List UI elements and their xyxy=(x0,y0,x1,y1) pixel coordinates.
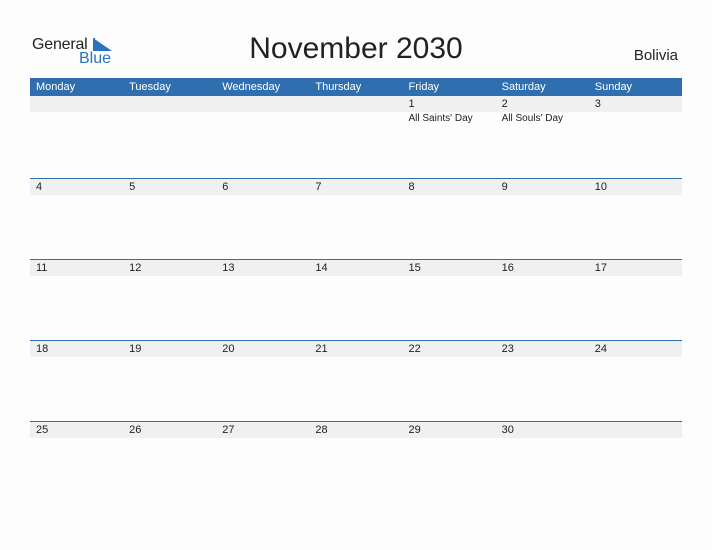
calendar-title: November 2030 xyxy=(249,32,463,65)
day-number: 24 xyxy=(594,343,607,355)
day-number: 1 xyxy=(408,98,415,110)
day-cell: 6 xyxy=(216,179,309,195)
weekday-monday: Monday xyxy=(36,81,76,93)
day-cell: 3 xyxy=(589,96,682,125)
day-cell: 13 xyxy=(216,260,309,276)
day-number: 20 xyxy=(222,343,235,355)
day-cell: 5 xyxy=(123,179,216,195)
day-cell xyxy=(589,422,682,438)
weekday-wednesday: Wednesday xyxy=(222,81,281,93)
day-cell xyxy=(30,96,123,125)
day-number: 14 xyxy=(315,262,328,274)
day-number: 27 xyxy=(222,424,235,436)
day-cell: 20 xyxy=(216,341,309,357)
day-cell: 24 xyxy=(589,341,682,357)
day-number: 23 xyxy=(501,343,514,355)
week-cells: 18 19 20 21 22 23 24 xyxy=(30,341,682,357)
week-cells: 25 26 27 28 29 30 xyxy=(30,422,682,438)
day-cell: 29 xyxy=(403,422,496,438)
day-number: 30 xyxy=(501,424,514,436)
week-row: 25 26 27 28 29 30 xyxy=(30,421,682,502)
calendar-grid: Monday Tuesday Wednesday Thursday Friday… xyxy=(30,78,682,502)
day-cell: 16 xyxy=(496,260,589,276)
weekday-sunday: Sunday xyxy=(594,81,633,93)
day-number: 9 xyxy=(501,181,508,193)
weekday-thursday: Thursday xyxy=(315,81,362,93)
day-cell: 1 All Saints' Day xyxy=(403,96,496,125)
day-cell: 28 xyxy=(309,422,402,438)
day-cell: 25 xyxy=(30,422,123,438)
day-number: 29 xyxy=(408,424,421,436)
day-number: 6 xyxy=(222,181,229,193)
day-number: 11 xyxy=(36,262,48,274)
day-number: 3 xyxy=(594,98,601,110)
day-cell: 27 xyxy=(216,422,309,438)
day-cell: 14 xyxy=(309,260,402,276)
day-cell: 7 xyxy=(309,179,402,195)
day-number: 16 xyxy=(501,262,514,274)
week-cells: 11 12 13 14 15 16 17 xyxy=(30,260,682,276)
weekday-friday: Friday xyxy=(408,81,440,93)
day-number: 21 xyxy=(315,343,328,355)
day-number: 26 xyxy=(129,424,142,436)
day-number: 12 xyxy=(129,262,142,274)
week-cells: 1 All Saints' Day 2 All Souls' Day 3 xyxy=(30,96,682,125)
day-cell: 12 xyxy=(123,260,216,276)
day-cell: 2 All Souls' Day xyxy=(496,96,589,125)
week-row: 18 19 20 21 22 23 24 xyxy=(30,340,682,421)
day-cell: 19 xyxy=(123,341,216,357)
day-cell: 30 xyxy=(496,422,589,438)
day-number xyxy=(595,422,682,438)
day-cell: 23 xyxy=(496,341,589,357)
weekday-header: Monday Tuesday Wednesday Thursday Friday… xyxy=(30,78,682,96)
day-cell: 22 xyxy=(403,341,496,357)
day-number: 4 xyxy=(36,181,43,193)
day-cell: 4 xyxy=(30,179,123,195)
day-cell: 9 xyxy=(496,179,589,195)
day-number: 17 xyxy=(594,262,607,274)
day-number xyxy=(129,96,216,112)
day-cell: 21 xyxy=(309,341,402,357)
day-number: 2 xyxy=(501,98,508,110)
country-label: Bolivia xyxy=(633,47,678,64)
weekday-tuesday: Tuesday xyxy=(129,81,171,93)
day-cell: 26 xyxy=(123,422,216,438)
day-number: 18 xyxy=(36,343,49,355)
day-number: 28 xyxy=(315,424,328,436)
day-number xyxy=(36,96,123,112)
day-cell: 15 xyxy=(403,260,496,276)
day-number: 5 xyxy=(129,181,136,193)
day-cell: 11 xyxy=(30,260,123,276)
day-number: 15 xyxy=(408,262,421,274)
week-row: 4 5 6 7 8 9 10 xyxy=(30,178,682,259)
day-cell xyxy=(123,96,216,125)
day-number: 25 xyxy=(36,424,49,436)
day-cell xyxy=(216,96,309,125)
weeks-container: 1 All Saints' Day 2 All Souls' Day 3 4 5 6 7 8 9 10… xyxy=(30,96,682,502)
week-row: 11 12 13 14 15 16 17 xyxy=(30,259,682,340)
weekday-saturday: Saturday xyxy=(501,81,546,93)
day-cell: 17 xyxy=(589,260,682,276)
week-row: 1 All Saints' Day 2 All Souls' Day 3 xyxy=(30,96,682,178)
day-number xyxy=(315,96,402,112)
day-cell: 8 xyxy=(403,179,496,195)
day-number: 19 xyxy=(129,343,142,355)
day-cell: 10 xyxy=(589,179,682,195)
day-cell: 18 xyxy=(30,341,123,357)
day-number: 10 xyxy=(594,181,607,193)
week-cells: 4 5 6 7 8 9 10 xyxy=(30,179,682,195)
day-number: 22 xyxy=(408,343,421,355)
day-number: 7 xyxy=(315,181,322,193)
holiday-label: All Saints' Day xyxy=(408,113,473,124)
day-number: 13 xyxy=(222,262,235,274)
day-number: 8 xyxy=(408,181,415,193)
holiday-label: All Souls' Day xyxy=(501,113,564,124)
day-cell xyxy=(309,96,402,125)
day-number xyxy=(222,96,309,112)
